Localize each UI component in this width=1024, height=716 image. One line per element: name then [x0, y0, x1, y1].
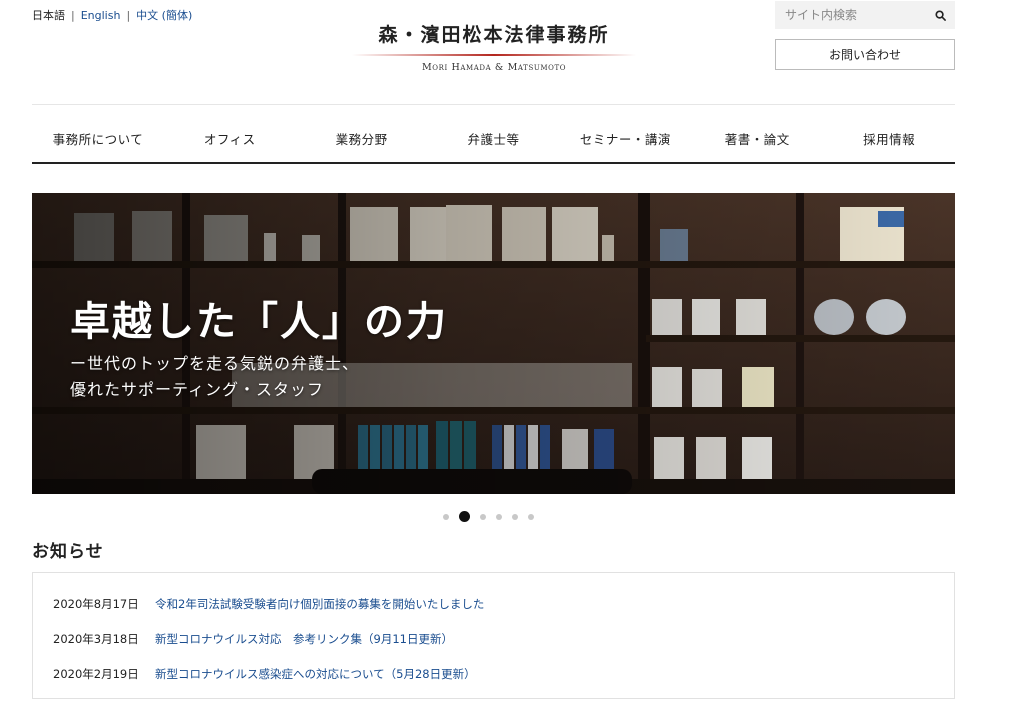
search-input[interactable] [775, 1, 925, 29]
nav-item-offices[interactable]: オフィス [164, 114, 296, 162]
lang-chinese[interactable]: 中文 (簡体) [136, 7, 192, 23]
news-link[interactable]: 令和2年司法試験受験者向け個別面接の募集を開始いたしました [155, 596, 484, 612]
lang-separator: | [126, 8, 131, 22]
news-item: 2020年2月19日 新型コロナウイルス感染症への対応について（5月28日更新） [53, 656, 954, 691]
nav-item-practice-areas[interactable]: 業務分野 [296, 114, 428, 162]
news-date: 2020年2月19日 [53, 666, 139, 681]
news-date: 2020年8月17日 [53, 596, 139, 611]
logo-rule [352, 54, 636, 56]
site-search [775, 1, 955, 29]
news-item: 2020年3月18日 新型コロナウイルス対応 参考リンク集（9月11日更新） [53, 621, 954, 656]
slider-pagination [443, 511, 534, 522]
language-switcher: 日本語 | English | 中文 (簡体) [32, 7, 192, 23]
news-list: 2020年8月17日 令和2年司法試験受験者向け個別面接の募集を開始いたしました… [32, 572, 955, 699]
lang-english[interactable]: English [81, 9, 121, 22]
main-nav: 事務所について オフィス 業務分野 弁護士等 セミナー・講演 著書・論文 採用情… [32, 114, 955, 162]
hero-subtext-line: 優れたサポーティング・スタッフ [70, 380, 325, 399]
lang-separator: | [71, 8, 75, 22]
slider-dot-1[interactable] [443, 513, 449, 520]
nav-item-lawyers[interactable]: 弁護士等 [428, 114, 560, 162]
logo-japanese: 森・濱田松本法律事務所 [378, 24, 610, 46]
nav-divider-top [32, 104, 955, 105]
slider-dot-4[interactable] [496, 513, 502, 520]
logo-english: Mori Hamada & Matsumoto [421, 62, 567, 73]
hero-subtext: ー世代のトップを走る気鋭の弁護士、 優れたサポーティング・スタッフ [70, 351, 359, 403]
news-heading: お知らせ [32, 542, 104, 562]
news-date: 2020年3月18日 [53, 631, 139, 646]
site-logo[interactable]: 森・濱田松本法律事務所 Mori Hamada & Matsumoto [352, 20, 636, 73]
slider-dot-2[interactable] [459, 511, 470, 522]
hero-subtext-line: ー世代のトップを走る気鋭の弁護士、 [70, 354, 360, 373]
nav-item-seminars[interactable]: セミナー・講演 [559, 114, 691, 162]
contact-button[interactable]: お問い合わせ [775, 39, 955, 70]
hero-headline: 卓越した「人」の力 [70, 299, 448, 345]
hero-slider[interactable]: 卓越した「人」の力 ー世代のトップを走る気鋭の弁護士、 優れたサポーティング・ス… [32, 193, 955, 494]
news-item: 2020年8月17日 令和2年司法試験受験者向け個別面接の募集を開始いたしました [53, 586, 954, 621]
news-link[interactable]: 新型コロナウイルス対応 参考リンク集（9月11日更新） [155, 631, 453, 647]
search-button[interactable] [925, 1, 955, 29]
slider-dot-3[interactable] [480, 513, 486, 520]
nav-divider-bottom [32, 162, 955, 164]
nav-item-careers[interactable]: 採用情報 [823, 114, 955, 162]
nav-item-about[interactable]: 事務所について [32, 114, 164, 162]
search-icon [934, 9, 946, 21]
lang-japanese[interactable]: 日本語 [32, 7, 65, 23]
nav-item-publications[interactable]: 著書・論文 [691, 114, 823, 162]
slider-dot-6[interactable] [528, 513, 534, 520]
news-link[interactable]: 新型コロナウイルス感染症への対応について（5月28日更新） [155, 666, 476, 682]
slider-dot-5[interactable] [512, 513, 518, 520]
